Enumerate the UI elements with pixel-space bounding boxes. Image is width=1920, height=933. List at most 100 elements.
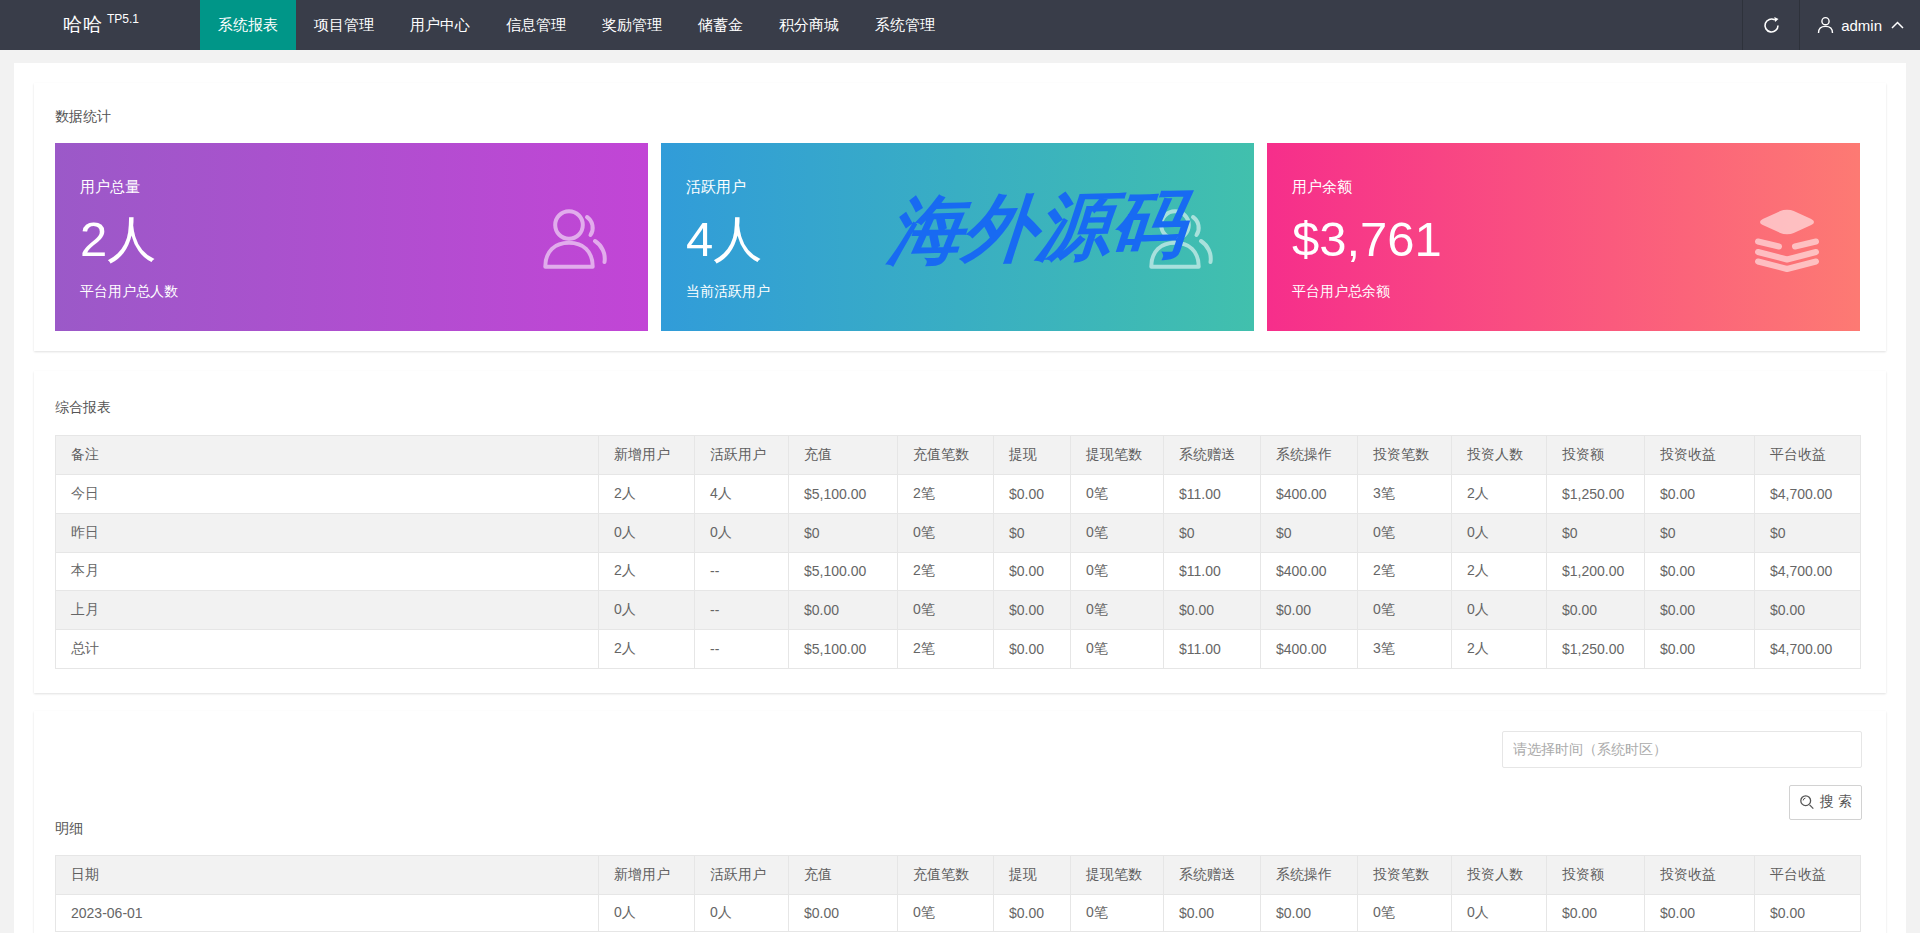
nav-item-1[interactable]: 系统报表	[200, 0, 296, 50]
table-cell: 2人	[599, 475, 695, 514]
table-cell: $0.00	[1164, 591, 1261, 630]
nav-item-3[interactable]: 用户中心	[392, 0, 488, 50]
table-cell: $0	[1164, 513, 1261, 552]
table-cell: $5,100.00	[789, 475, 898, 514]
nav-item-2[interactable]: 项目管理	[296, 0, 392, 50]
table-cell: $0	[1261, 513, 1358, 552]
column-header: 提现	[994, 436, 1071, 475]
table-cell: $1,250.00	[1547, 475, 1645, 514]
column-header: 提现	[994, 855, 1071, 894]
table-cell: $4,700.00	[1755, 552, 1861, 591]
table-cell: 2笔	[898, 630, 994, 669]
column-header: 投资额	[1547, 436, 1645, 475]
table-cell: $0	[789, 513, 898, 552]
table-cell: $1,250.00	[1547, 630, 1645, 669]
username: admin	[1841, 17, 1882, 34]
table-cell: 0笔	[1071, 591, 1164, 630]
column-header: 投资收益	[1645, 436, 1755, 475]
nav-item-8[interactable]: 系统管理	[857, 0, 953, 50]
stat-sublabel: 当前活跃用户	[686, 284, 1254, 298]
table-cell: 0笔	[1071, 475, 1164, 514]
search-button[interactable]: 搜 索	[1789, 785, 1862, 820]
table-cell: 0笔	[898, 513, 994, 552]
nav-menu: 系统报表项目管理用户中心信息管理奖励管理储蓄金积分商城系统管理	[200, 0, 1742, 50]
nav-item-5[interactable]: 奖励管理	[584, 0, 680, 50]
table-cell: $0.00	[1645, 630, 1755, 669]
table-cell: 0人	[1452, 894, 1547, 931]
table-cell: $0.00	[1164, 894, 1261, 931]
stat-card-2: 活跃用户4人当前活跃用户	[661, 143, 1254, 331]
table-cell: $0	[994, 513, 1071, 552]
table-cell: $0.00	[994, 894, 1071, 931]
layers-icon	[1754, 207, 1820, 273]
table-cell: $0	[1547, 513, 1645, 552]
main-panel: 数据统计 用户总量2人平台用户总人数活跃用户4人当前活跃用户用户余额$3,761…	[14, 63, 1906, 933]
table-cell: $11.00	[1164, 552, 1261, 591]
search-button-label: 搜 索	[1820, 793, 1852, 811]
table-cell: 0笔	[898, 591, 994, 630]
app-logo-text: 哈哈	[63, 12, 103, 38]
table-cell: 2人	[1452, 552, 1547, 591]
column-header: 活跃用户	[695, 436, 789, 475]
table-cell: $0.00	[994, 591, 1071, 630]
column-header: 日期	[56, 855, 599, 894]
table-cell: 本月	[56, 552, 599, 591]
table-cell: 0笔	[1358, 513, 1452, 552]
table-cell: 0人	[599, 513, 695, 552]
column-header: 备注	[56, 436, 599, 475]
column-header: 投资额	[1547, 855, 1645, 894]
stats-row: 用户总量2人平台用户总人数活跃用户4人当前活跃用户用户余额$3,761平台用户总…	[55, 143, 1860, 331]
table-row: 今日2人4人$5,100.002笔$0.000笔$11.00$400.003笔2…	[56, 475, 1861, 514]
table-cell: $5,100.00	[789, 552, 898, 591]
summary-table: 备注新增用户活跃用户充值充值笔数提现提现笔数系统赠送系统操作投资笔数投资人数投资…	[55, 435, 1861, 669]
table-cell: $4,700.00	[1755, 630, 1861, 669]
table-cell: $11.00	[1164, 630, 1261, 669]
table-cell: 昨日	[56, 513, 599, 552]
table-cell: $0.00	[994, 630, 1071, 669]
table-cell: 0笔	[1071, 552, 1164, 591]
table-cell: $400.00	[1261, 630, 1358, 669]
stat-label: 用户总量	[80, 179, 648, 194]
column-header: 充值	[789, 436, 898, 475]
app-logo: 哈哈 TP5.1	[0, 0, 200, 50]
column-header: 新增用户	[599, 855, 695, 894]
table-cell: 2人	[1452, 630, 1547, 669]
table-cell: 0笔	[1358, 591, 1452, 630]
user-icon	[1817, 16, 1834, 34]
column-header: 平台收益	[1755, 855, 1861, 894]
column-header: 投资人数	[1452, 855, 1547, 894]
column-header: 充值笔数	[898, 436, 994, 475]
time-range-input[interactable]	[1502, 731, 1862, 768]
column-header: 投资笔数	[1358, 436, 1452, 475]
table-cell: 2人	[599, 552, 695, 591]
column-header: 充值笔数	[898, 855, 994, 894]
table-cell: 0笔	[1071, 513, 1164, 552]
refresh-button[interactable]	[1743, 0, 1799, 50]
table-cell: 2人	[1452, 475, 1547, 514]
column-header: 新增用户	[599, 436, 695, 475]
navbar: 哈哈 TP5.1 系统报表项目管理用户中心信息管理奖励管理储蓄金积分商城系统管理…	[0, 0, 1920, 50]
nav-item-4[interactable]: 信息管理	[488, 0, 584, 50]
table-row: 本月2人--$5,100.002笔$0.000笔$11.00$400.002笔2…	[56, 552, 1861, 591]
table-cell: 0人	[599, 591, 695, 630]
nav-item-7[interactable]: 积分商城	[761, 0, 857, 50]
column-header: 活跃用户	[695, 855, 789, 894]
table-cell: 2人	[599, 630, 695, 669]
table-cell: $0.00	[1645, 475, 1755, 514]
users-icon	[542, 207, 608, 273]
table-cell: 2笔	[1358, 552, 1452, 591]
stat-label: 活跃用户	[686, 179, 1254, 194]
column-header: 充值	[789, 855, 898, 894]
table-cell: --	[695, 552, 789, 591]
column-header: 投资笔数	[1358, 855, 1452, 894]
table-cell: $11.00	[1164, 475, 1261, 514]
table-cell: 0人	[695, 894, 789, 931]
user-menu[interactable]: admin	[1800, 0, 1920, 50]
table-cell: 0人	[599, 894, 695, 931]
table-header-row: 备注新增用户活跃用户充值充值笔数提现提现笔数系统赠送系统操作投资笔数投资人数投资…	[56, 436, 1861, 475]
detail-section: 搜 索 明细 日期新增用户活跃用户充值充值笔数提现提现笔数系统赠送系统操作投资笔…	[34, 711, 1886, 933]
nav-item-6[interactable]: 储蓄金	[680, 0, 761, 50]
column-header: 提现笔数	[1071, 436, 1164, 475]
table-row: 2023-06-010人0人$0.000笔$0.000笔$0.00$0.000笔…	[56, 894, 1861, 931]
column-header: 系统赠送	[1164, 855, 1261, 894]
